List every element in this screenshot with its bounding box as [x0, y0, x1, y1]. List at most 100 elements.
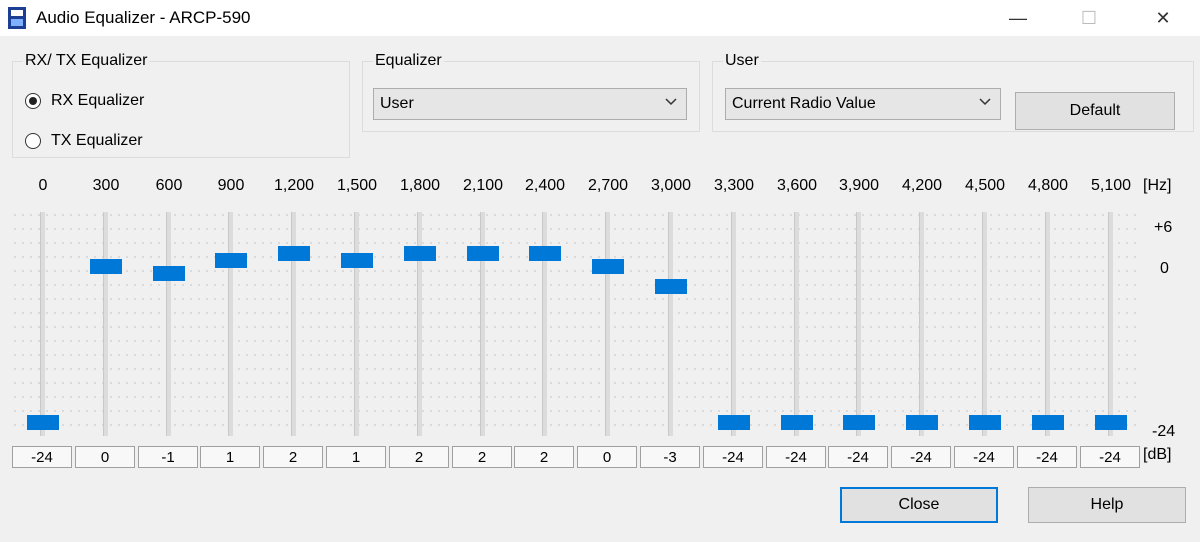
default-button-label: Default	[1069, 102, 1121, 119]
band-slider-thumb[interactable]	[843, 415, 875, 430]
chevron-down-icon	[665, 98, 677, 106]
band-slider-thumb[interactable]	[906, 415, 938, 430]
band-frequency-label: 4,200	[901, 177, 943, 194]
user-group: User Current Radio Value Default	[712, 52, 1194, 132]
band-value-box: -24	[766, 446, 826, 468]
band-slider-thumb[interactable]	[153, 266, 185, 281]
maximize-icon: ☐	[1080, 7, 1098, 28]
band-frequency-label: 0	[38, 177, 48, 194]
band-value-box: -24	[703, 446, 763, 468]
band-slider-track[interactable]	[605, 212, 610, 436]
band-slider-track[interactable]	[1108, 212, 1113, 436]
rx-label: RX Equalizer	[51, 92, 145, 109]
scale-top-label: +6	[1154, 219, 1173, 236]
band-slider-thumb[interactable]	[341, 253, 373, 268]
close-button-label: Close	[898, 496, 940, 513]
band-frequency-label: 2,100	[462, 177, 504, 194]
band-value-box: -24	[828, 446, 888, 468]
tx-label: TX Equalizer	[51, 132, 143, 149]
band-slider-track[interactable]	[982, 212, 987, 436]
band-value-box: 1	[326, 446, 386, 468]
band-slider-thumb[interactable]	[969, 415, 1001, 430]
band-frequency-label: 600	[155, 177, 183, 194]
band-slider-track[interactable]	[919, 212, 924, 436]
title-bar: Audio Equalizer - ARCP-590 — ☐ ✕	[0, 0, 1200, 36]
minimize-icon: —	[1009, 7, 1027, 28]
band-slider-track[interactable]	[1045, 212, 1050, 436]
band-value-box: -24	[1017, 446, 1077, 468]
rx-radio[interactable]	[25, 93, 41, 109]
user-select-value: Current Radio Value	[732, 95, 876, 112]
band-slider-track[interactable]	[40, 212, 45, 436]
band-value-box: 0	[75, 446, 135, 468]
user-select[interactable]: Current Radio Value	[725, 88, 1001, 120]
app-icon	[8, 7, 26, 29]
band-slider-thumb[interactable]	[592, 259, 624, 274]
band-value-box: 2	[389, 446, 449, 468]
equalizer-select[interactable]: User	[373, 88, 687, 120]
band-value-box: -24	[954, 446, 1014, 468]
band-frequency-label: 2,700	[587, 177, 629, 194]
band-frequency-label: 4,800	[1027, 177, 1069, 194]
band-slider-track[interactable]	[354, 212, 359, 436]
band-value-box: -24	[1080, 446, 1140, 468]
band-value-box: 1	[200, 446, 260, 468]
scale-bottom-label: -24	[1152, 423, 1176, 440]
band-value-box: 2	[452, 446, 512, 468]
band-frequency-label: 900	[217, 177, 245, 194]
tx-radio[interactable]	[25, 133, 41, 149]
maximize-button[interactable]: ☐	[1066, 0, 1112, 36]
band-value-box: -1	[138, 446, 198, 468]
rx-equalizer-option[interactable]: RX Equalizer	[25, 92, 144, 110]
default-button[interactable]: Default	[1015, 92, 1175, 130]
band-slider-thumb[interactable]	[467, 246, 499, 261]
band-slider-track[interactable]	[166, 212, 171, 436]
help-button-label: Help	[1090, 496, 1124, 513]
band-slider-track[interactable]	[668, 212, 673, 436]
eq-grid	[14, 214, 1136, 426]
close-icon: ✕	[1155, 7, 1171, 28]
band-slider-thumb[interactable]	[781, 415, 813, 430]
band-frequency-label: 4,500	[964, 177, 1006, 194]
band-value-box: -24	[891, 446, 951, 468]
band-frequency-label: 300	[92, 177, 120, 194]
band-frequency-label: 5,100	[1090, 177, 1132, 194]
band-slider-thumb[interactable]	[90, 259, 122, 274]
band-frequency-label: 3,900	[838, 177, 880, 194]
band-frequency-label: 3,600	[776, 177, 818, 194]
band-slider-thumb[interactable]	[529, 246, 561, 261]
band-slider-track[interactable]	[103, 212, 108, 436]
band-slider-thumb[interactable]	[1095, 415, 1127, 430]
user-legend: User	[725, 52, 759, 69]
band-value-box: 2	[263, 446, 323, 468]
band-slider-track[interactable]	[794, 212, 799, 436]
band-frequency-label: 1,200	[273, 177, 315, 194]
band-value-box: 2	[514, 446, 574, 468]
band-slider-track[interactable]	[856, 212, 861, 436]
band-slider-thumb[interactable]	[1032, 415, 1064, 430]
chevron-down-icon	[979, 98, 991, 106]
equalizer-legend: Equalizer	[375, 52, 442, 69]
rxtx-group: RX/ TX Equalizer RX Equalizer TX Equaliz…	[12, 52, 350, 158]
scale-mid-label: 0	[1160, 260, 1169, 277]
band-slider-thumb[interactable]	[215, 253, 247, 268]
minimize-button[interactable]: —	[995, 0, 1041, 36]
band-frequency-label: 1,500	[336, 177, 378, 194]
band-slider-thumb[interactable]	[718, 415, 750, 430]
band-slider-thumb[interactable]	[404, 246, 436, 261]
window-title: Audio Equalizer - ARCP-590	[36, 8, 251, 27]
hz-unit-label: [Hz]	[1143, 177, 1172, 194]
close-window-button[interactable]: ✕	[1140, 0, 1186, 36]
band-slider-track[interactable]	[228, 212, 233, 436]
band-value-box: -3	[640, 446, 700, 468]
help-button[interactable]: Help	[1028, 487, 1186, 523]
band-frequency-label: 1,800	[399, 177, 441, 194]
band-value-box: 0	[577, 446, 637, 468]
band-slider-thumb[interactable]	[27, 415, 59, 430]
band-frequency-label: 3,000	[650, 177, 692, 194]
band-slider-thumb[interactable]	[655, 279, 687, 294]
close-button[interactable]: Close	[840, 487, 998, 523]
band-slider-thumb[interactable]	[278, 246, 310, 261]
tx-equalizer-option[interactable]: TX Equalizer	[25, 132, 143, 150]
band-slider-track[interactable]	[731, 212, 736, 436]
